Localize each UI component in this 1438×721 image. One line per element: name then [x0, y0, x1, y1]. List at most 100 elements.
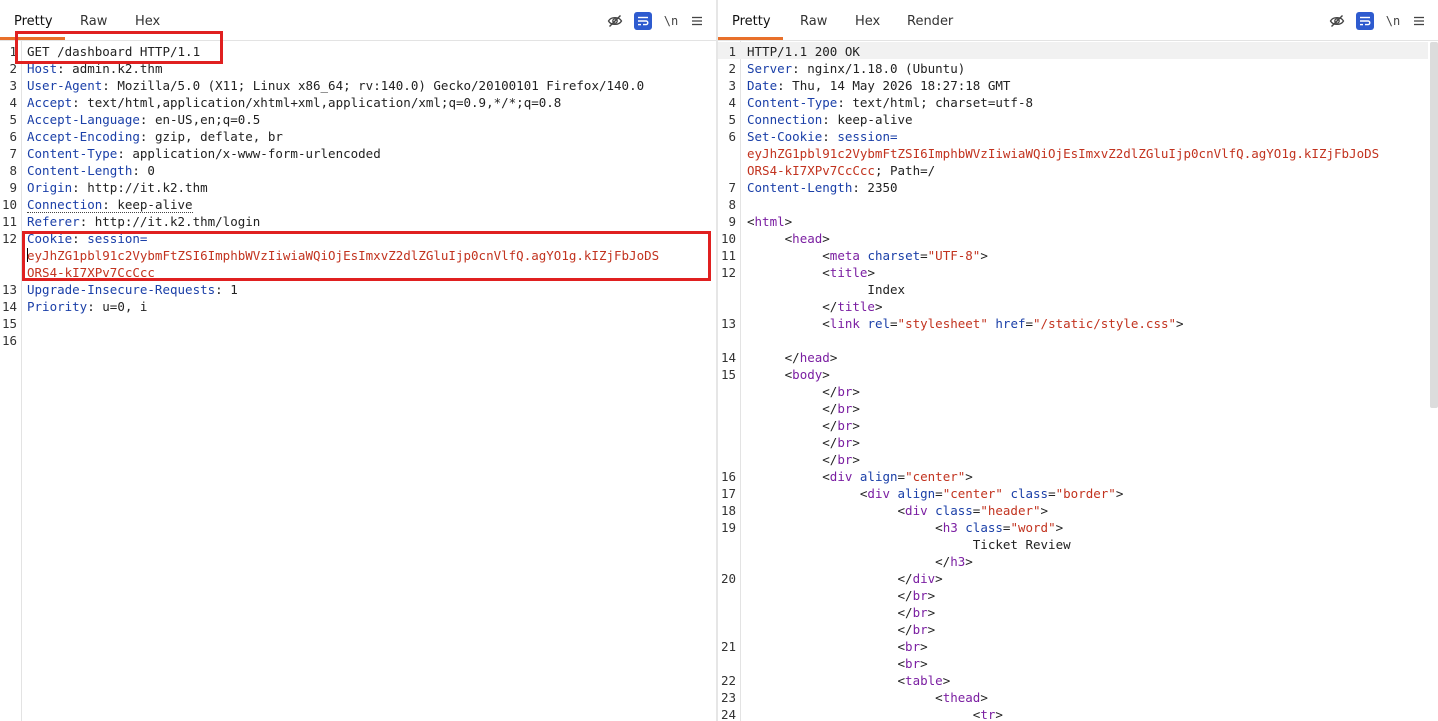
attr-value: "center" — [942, 486, 1003, 501]
newline-icon[interactable]: \n — [662, 12, 680, 30]
header-name: Content-Length — [747, 180, 853, 195]
header-value: keep-alive — [837, 112, 913, 127]
line-number: 13 — [720, 316, 736, 331]
html-line: </br> — [822, 418, 860, 433]
response-header: Content-Type: text/html; charset=utf-8 — [747, 95, 1033, 110]
header-name: Accept-Language — [27, 112, 140, 127]
eye-off-icon[interactable] — [1328, 12, 1346, 30]
html-line: <div class="header"> — [897, 503, 1049, 518]
header-name: Set-Cookie — [747, 129, 823, 144]
wrap-lines-icon[interactable] — [634, 12, 652, 30]
header-value: http://it.k2.thm/login — [94, 214, 261, 229]
line-number: 5 — [728, 112, 736, 127]
html-line: <tr> — [972, 707, 1003, 721]
header-value: application/x-www-form-urlencoded — [132, 146, 381, 161]
line-number: 12 — [1, 231, 17, 246]
request-header: Accept-Encoding: gzip, deflate, br — [27, 129, 283, 144]
header-value: text/html,application/xhtml+xml,applicat… — [87, 95, 562, 110]
tab-pretty[interactable]: Pretty — [732, 14, 771, 29]
html-line: </br> — [822, 452, 860, 467]
header-value: en-US,en;q=0.5 — [154, 112, 261, 127]
response-pane: Pretty Raw Hex Render \n 1 2 3 4 5 6 7 8… — [718, 0, 1438, 721]
header-value: Thu, 14 May 2026 18:27:18 GMT — [792, 78, 1011, 93]
html-line: </head> — [784, 350, 838, 365]
vertical-scrollbar[interactable] — [1430, 42, 1438, 408]
line-number: 14 — [1, 299, 17, 314]
attr-value: "/static/style.css" — [1033, 316, 1177, 331]
response-header: Date: Thu, 14 May 2026 18:27:18 GMT — [747, 78, 1011, 93]
line-number: 24 — [720, 707, 736, 721]
request-header: Content-Type: application/x-www-form-url… — [27, 146, 381, 161]
line-number: 17 — [720, 486, 736, 501]
tab-raw[interactable]: Raw — [800, 14, 827, 29]
request-header: Priority: u=0, i — [27, 299, 148, 314]
header-name: Date — [747, 78, 778, 93]
menu-icon[interactable] — [688, 12, 706, 30]
header-name: Priority — [27, 299, 88, 314]
line-number: 19 — [720, 520, 736, 535]
line-number: 10 — [720, 231, 736, 246]
response-tab-bar: Pretty Raw Hex Render \n — [718, 0, 1438, 41]
attr-value: "UTF-8" — [927, 248, 981, 263]
header-name: Server — [747, 61, 793, 76]
line-number: 7 — [728, 180, 736, 195]
html-line: Ticket Review — [747, 536, 1071, 553]
cookie-path: ; Path=/ — [874, 163, 936, 178]
request-pane: Pretty Raw Hex \n 1 2 3 4 5 6 7 8 9 10 1… — [0, 0, 716, 721]
title-text: Index — [867, 282, 906, 297]
response-header: Content-Length: 2350 — [747, 180, 898, 195]
html-line: <h3 class="word"> — [935, 520, 1064, 535]
html-line: <meta charset="UTF-8"> — [822, 248, 988, 263]
html-line: <link rel="stylesheet" href="/static/sty… — [822, 316, 1184, 331]
html-line: </br> — [822, 384, 860, 399]
status-line: HTTP/1.1 200 OK — [747, 44, 860, 59]
line-number: 23 — [720, 690, 736, 705]
tab-hex[interactable]: Hex — [855, 14, 880, 29]
html-line: Index — [747, 281, 905, 298]
request-header: Accept: text/html,application/xhtml+xml,… — [27, 95, 562, 110]
header-name: Content-Length — [27, 163, 133, 178]
html-line: <table> — [897, 673, 951, 688]
line-number: 1 — [728, 44, 736, 59]
line-number: 11 — [720, 248, 736, 263]
request-header: User-Agent: Mozilla/5.0 (X11; Linux x86_… — [27, 78, 645, 93]
newline-icon[interactable]: \n — [1384, 12, 1402, 30]
active-tab-underline — [718, 37, 783, 40]
menu-icon[interactable] — [1410, 12, 1428, 30]
line-number: 8 — [9, 163, 17, 178]
html-line: </div> — [897, 571, 943, 586]
header-value: gzip, deflate, br — [154, 129, 283, 144]
line-number: 3 — [9, 78, 17, 93]
html-line: <thead> — [935, 690, 988, 705]
response-editor[interactable]: 1 2 3 4 5 6 7 8 9 10 11 12 13 14 15 16 1… — [718, 41, 1438, 721]
header-value: u=0, i — [102, 299, 148, 314]
line-number: 6 — [728, 129, 736, 144]
tab-hex[interactable]: Hex — [135, 14, 160, 29]
set-cookie-value-line: ORS4-kI7XPv7CcCcc; Path=/ — [747, 162, 935, 179]
line-number: 12 — [720, 265, 736, 280]
attr-value: "border" — [1055, 486, 1116, 501]
response-header: Connection: keep-alive — [747, 112, 913, 127]
html-line: </br> — [897, 588, 936, 603]
request-toolbar: \n — [606, 12, 706, 32]
tab-raw[interactable]: Raw — [80, 14, 107, 29]
html-line: </br> — [822, 401, 860, 416]
header-name: Accept — [27, 95, 73, 110]
tab-render[interactable]: Render — [907, 14, 953, 29]
line-number: 5 — [9, 112, 17, 127]
attr-value: "stylesheet" — [897, 316, 988, 331]
wrap-lines-icon[interactable] — [1356, 12, 1374, 30]
set-cookie-value-line: eyJhZG1pbl91c2VybmFtZSI6ImphbWVzIiwiaWQi… — [747, 145, 1379, 162]
html-line: <html> — [747, 214, 793, 229]
line-number: 13 — [1, 282, 17, 297]
tab-pretty[interactable]: Pretty — [14, 14, 53, 29]
request-editor[interactable]: 1 2 3 4 5 6 7 8 9 10 11 12 13 14 15 16 G… — [0, 31, 716, 721]
line-number: 3 — [728, 78, 736, 93]
header-name: Upgrade-Insecure-Requests — [27, 282, 216, 297]
header-name: Content-Type — [27, 146, 118, 161]
line-number: 2 — [728, 61, 736, 76]
eye-off-icon[interactable] — [606, 12, 624, 30]
response-toolbar: \n — [1328, 12, 1428, 32]
html-line: <br> — [897, 639, 928, 654]
line-number: 18 — [720, 503, 736, 518]
